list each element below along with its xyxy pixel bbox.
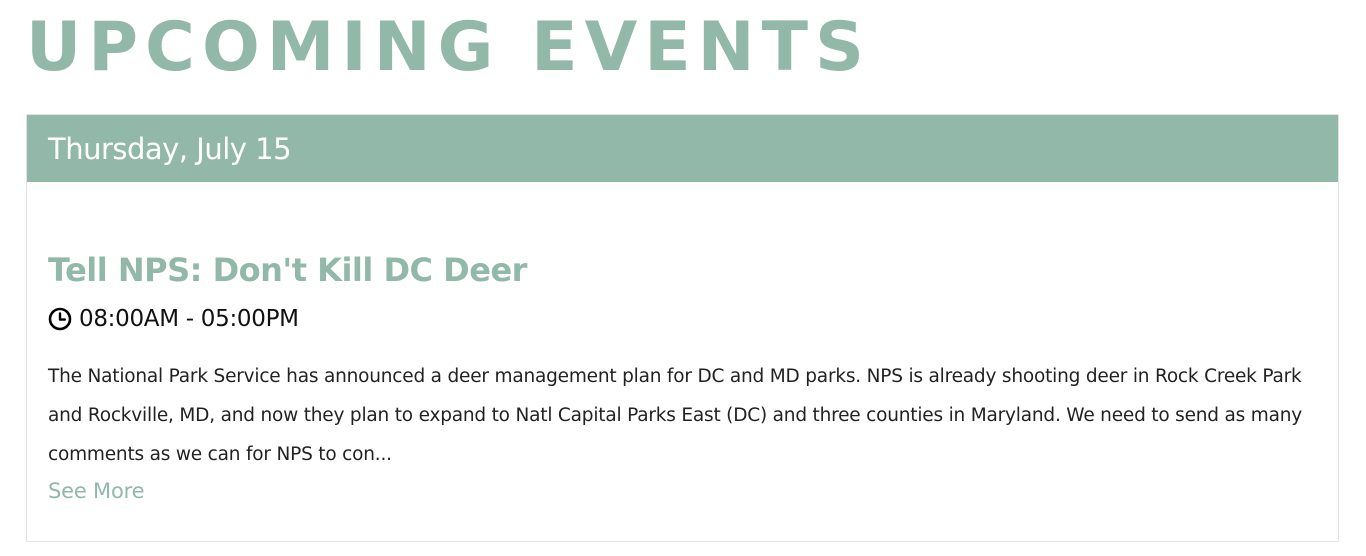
event-title-link[interactable]: Tell NPS: Don't Kill DC Deer <box>48 249 1314 291</box>
event-date: Thursday, July 15 <box>48 131 292 166</box>
see-more-link[interactable]: See More <box>48 473 145 509</box>
event-time-text: 08:00AM - 05:00PM <box>79 306 299 332</box>
page-title: UPCOMING EVENTS <box>26 8 871 87</box>
event-card: Thursday, July 15 Tell NPS: Don't Kill D… <box>26 114 1339 542</box>
event-time: 08:00AM - 05:00PM <box>48 303 1314 335</box>
event-body: Tell NPS: Don't Kill DC Deer 08:00AM - 0… <box>27 249 1338 509</box>
event-description: The National Park Service has announced … <box>48 366 1303 465</box>
clock-icon <box>48 307 72 331</box>
event-date-bar: Thursday, July 15 <box>27 115 1338 182</box>
